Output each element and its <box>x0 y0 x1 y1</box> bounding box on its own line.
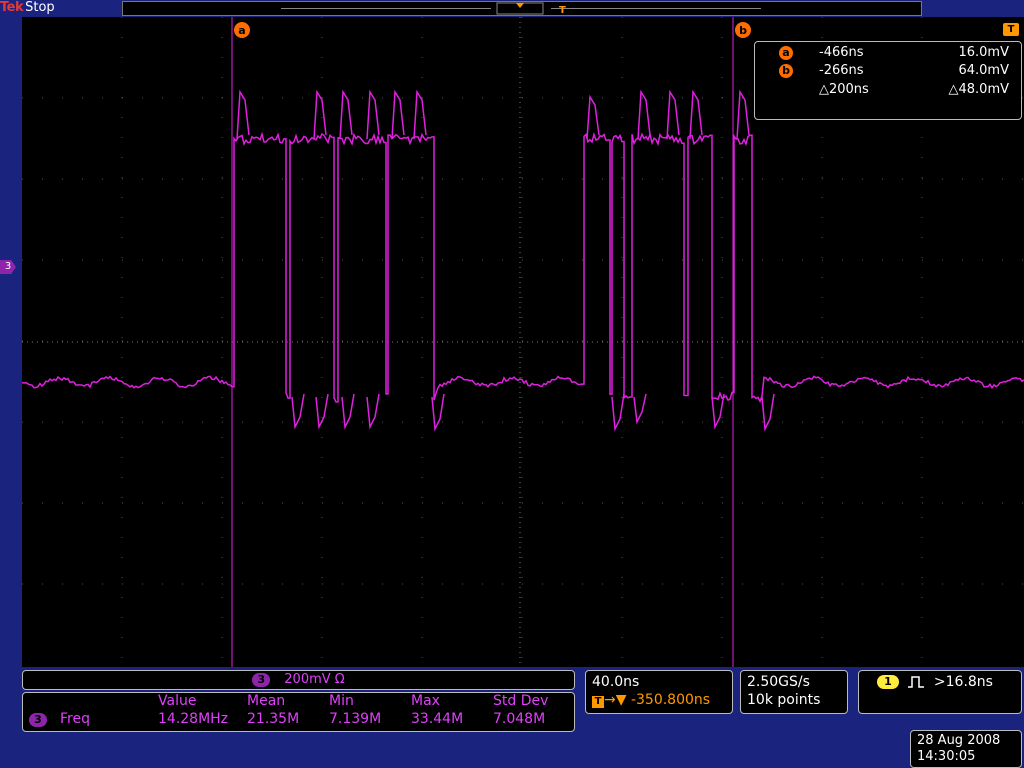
trigger-source-badge: 1 <box>877 675 899 689</box>
waveform-overshoot <box>667 92 679 139</box>
trigger-position-marker[interactable]: T <box>1003 23 1019 36</box>
brand-logo: Tek <box>0 0 23 15</box>
cursor-b-row: b -266ns 64.0mV <box>755 62 1021 80</box>
cursor-a-row: a -466ns 16.0mV <box>755 44 1021 62</box>
waveform-overshoot <box>237 92 249 139</box>
meas-header-max: Max <box>411 693 440 709</box>
cursor-b-badge: b <box>779 64 793 78</box>
cursor-a-badge: a <box>779 46 793 60</box>
meas-header-mean: Mean <box>247 693 285 709</box>
waveform-overshoot <box>638 92 650 139</box>
timebase-panel[interactable]: 40.0ns T →▼ -350.800ns <box>585 670 733 714</box>
waveform-overshoot <box>737 92 749 139</box>
waveform-overshoot <box>587 97 599 139</box>
meas-max: 33.44M <box>411 711 463 727</box>
trigger-t-icon: T <box>592 696 604 708</box>
trigger-arrow-icon: →▼ <box>604 692 627 708</box>
waveform-undershoot <box>612 394 624 429</box>
channel-3-badge: 3 <box>252 673 270 687</box>
pulse-width-trigger-icon <box>907 675 925 689</box>
meas-name: Freq <box>60 711 90 727</box>
meas-mean: 21.35M <box>247 711 299 727</box>
meas-header-value: Value <box>158 693 196 709</box>
waveform-overshoot <box>314 92 326 139</box>
channel-scale-readout: 3 200mV Ω <box>23 671 574 689</box>
trigger-panel[interactable]: 1 >16.8ns <box>858 670 1022 714</box>
waveform-overshoot <box>367 92 379 139</box>
waveform-overshoot <box>414 92 426 139</box>
waveform-overshoot <box>392 92 404 139</box>
acquisition-state: Stop <box>25 0 55 15</box>
cursor-delta-row: △200ns △48.0mV <box>755 81 1021 99</box>
record-view-bar[interactable]: T <box>122 1 922 16</box>
waveform-undershoot <box>762 394 774 429</box>
trigger-level: >16.8ns <box>934 674 993 690</box>
waveform-undershoot <box>634 394 646 422</box>
waveform-trace <box>22 134 1024 402</box>
cursor-a-value: 16.0mV <box>909 44 1009 62</box>
record-window-icon: T <box>123 2 921 15</box>
meas-value: 14.28MHz <box>158 711 228 727</box>
waveform-undershoot <box>342 394 354 427</box>
time-text: 14:30:05 <box>917 748 975 766</box>
trigger-readout: 1 >16.8ns <box>877 673 993 691</box>
status-bar: Tek Stop T <box>0 0 1024 16</box>
datetime-panel: 28 Aug 2008 14:30:05 <box>910 730 1022 768</box>
waveform-undershoot <box>316 394 328 427</box>
meas-channel-badge: 3 <box>29 713 47 727</box>
record-length: 10k points <box>747 691 820 709</box>
meas-header-min: Min <box>329 693 354 709</box>
brand-status: Tek Stop <box>0 0 55 16</box>
svg-text:T: T <box>559 5 566 15</box>
waveform-undershoot <box>367 394 379 427</box>
cursor-b-value: 64.0mV <box>909 62 1009 80</box>
channel-3-marker[interactable]: 3 <box>0 260 16 274</box>
meas-min: 7.139M <box>329 711 381 727</box>
acquisition-panel[interactable]: 2.50GS/s 10k points <box>740 670 848 714</box>
channel-scale-panel[interactable]: 3 200mV Ω <box>22 670 575 690</box>
trigger-position-row: T →▼ -350.800ns <box>592 691 710 709</box>
channel-scale-text: 200mV Ω <box>284 672 344 687</box>
cursor-delta-value: △48.0mV <box>909 81 1009 99</box>
cursor-readout: a -466ns 16.0mV b -266ns 64.0mV △200ns △… <box>754 41 1022 120</box>
cursor-b-label: b <box>739 24 747 37</box>
meas-stddev: 7.048M <box>493 711 545 727</box>
meas-header-stddev: Std Dev <box>493 693 548 709</box>
measurement-panel[interactable]: Value Mean Min Max Std Dev 3 Freq 14.28M… <box>22 692 575 732</box>
sample-rate: 2.50GS/s <box>747 673 810 691</box>
cursor-a-label: a <box>238 24 245 37</box>
timebase-position: -350.800ns <box>631 692 710 708</box>
waveform-overshoot <box>690 92 702 139</box>
waveform-overshoot <box>340 92 352 139</box>
timebase-scale: 40.0ns <box>592 673 639 691</box>
